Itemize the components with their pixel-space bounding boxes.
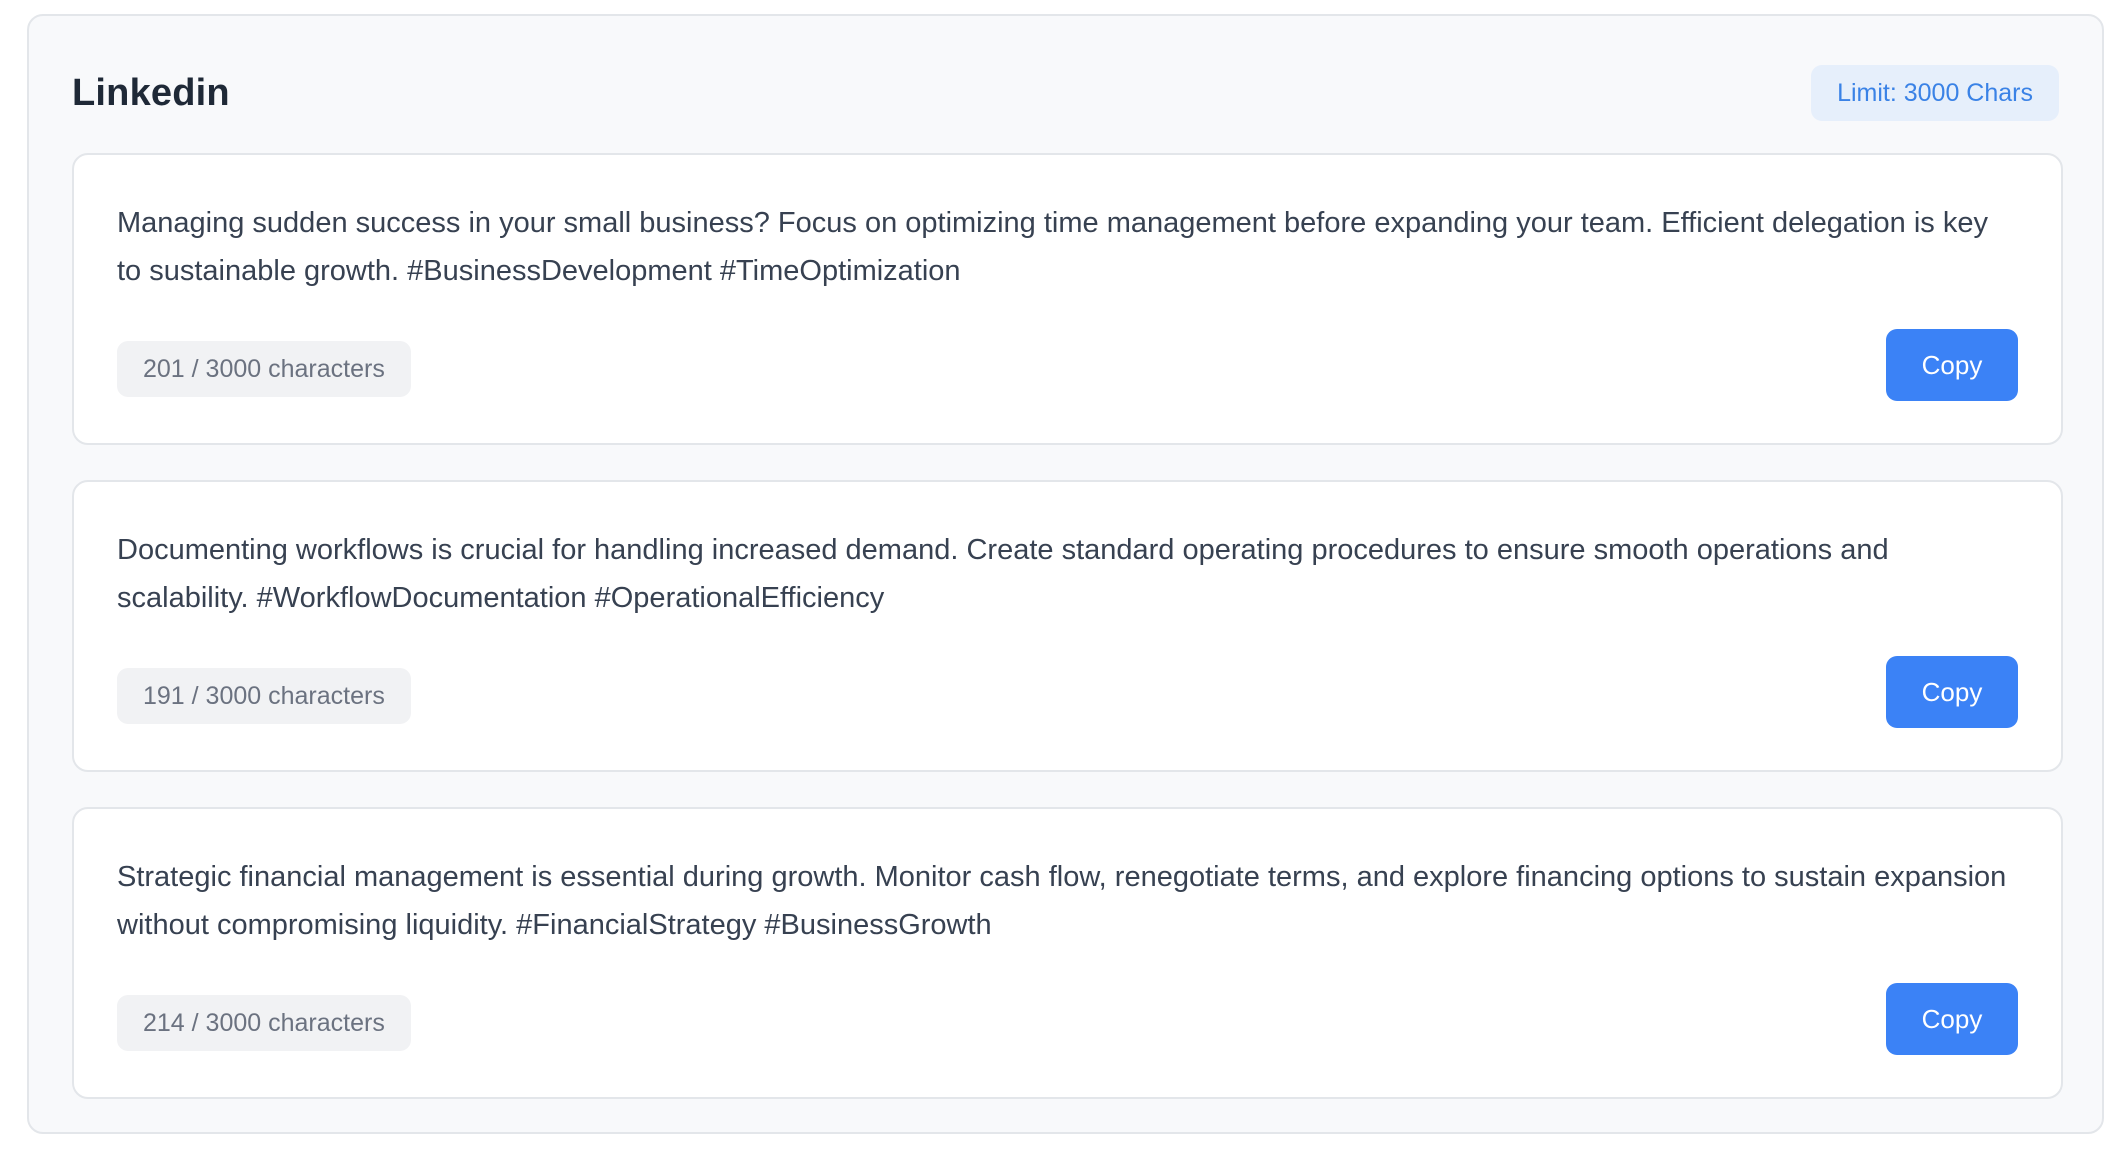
copy-button[interactable]: Copy [1886,983,2018,1055]
char-count-badge: 201 / 3000 characters [117,341,411,397]
post-card: Strategic financial management is essent… [72,807,2063,1099]
post-text: Strategic financial management is essent… [117,861,2007,941]
post-card: Documenting workflows is crucial for han… [72,480,2063,772]
linkedin-panel: Linkedin Limit: 3000 Chars Managing sudd… [27,14,2104,1134]
post-text: Documenting workflows is crucial for han… [117,534,1889,614]
post-text: Managing sudden success in your small bu… [117,207,1988,287]
post-card: Managing sudden success in your small bu… [72,153,2063,445]
char-count-badge: 191 / 3000 characters [117,668,411,724]
limit-badge: Limit: 3000 Chars [1811,65,2059,121]
panel-header: Linkedin Limit: 3000 Chars [72,60,2059,126]
panel-title: Linkedin [72,71,230,114]
copy-button[interactable]: Copy [1886,656,2018,728]
copy-button[interactable]: Copy [1886,329,2018,401]
char-count-badge: 214 / 3000 characters [117,995,411,1051]
